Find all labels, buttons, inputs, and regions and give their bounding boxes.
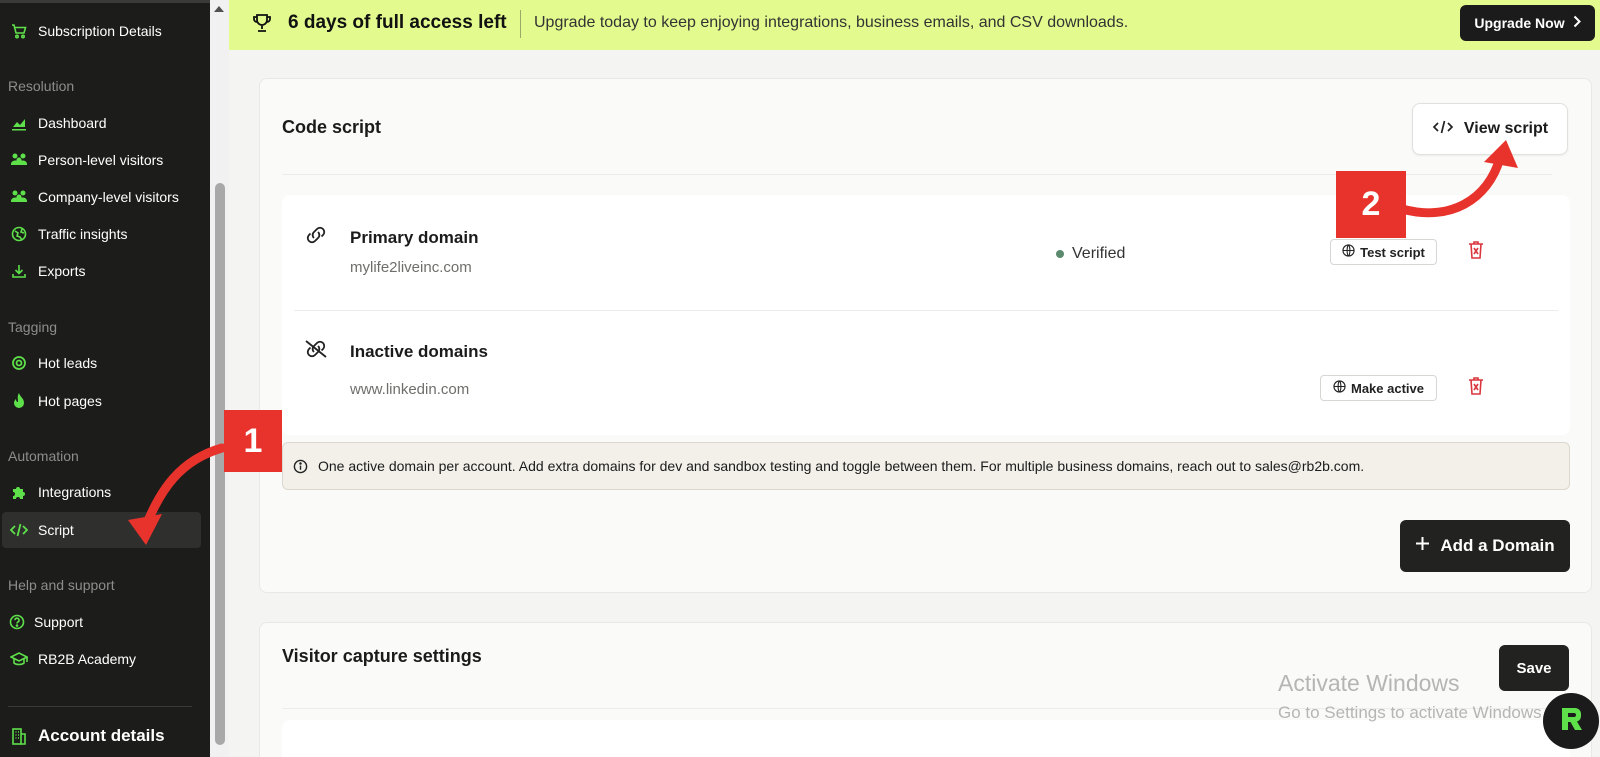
annotation-step-1: 1 [224, 410, 282, 472]
sidebar-item-label: Hot pages [38, 393, 102, 409]
sidebar-item-hot-leads[interactable]: Hot leads [0, 345, 202, 381]
add-domain-label: Add a Domain [1440, 536, 1555, 555]
delete-primary-domain-icon[interactable] [1468, 240, 1484, 265]
sidebar-item-support[interactable]: Support [0, 604, 202, 640]
visitor-capture-content [282, 720, 1570, 757]
sidebar-item-label: Script [38, 522, 74, 538]
sidebar-item-label: Hot leads [38, 355, 98, 371]
banner-message: Upgrade today to keep enjoying integrati… [534, 14, 1129, 31]
test-script-button[interactable]: Test script [1330, 239, 1437, 265]
trophy-icon [251, 12, 273, 39]
graduation-cap-icon [8, 651, 30, 667]
primary-domain-url: mylife2liveinc.com [350, 259, 472, 276]
banner-separator [520, 10, 521, 38]
sidebar-item-subscription[interactable]: Subscription Details [0, 13, 202, 49]
activate-windows-subtitle: Go to Settings to activate Windows. [1278, 703, 1547, 722]
sidebar: Subscription Details Resolution Dashboar… [0, 0, 210, 757]
sidebar-item-person-visitors[interactable]: Person-level visitors [0, 142, 202, 178]
make-active-button[interactable]: Make active [1320, 375, 1437, 401]
scroll-up-arrow-icon[interactable] [214, 6, 224, 12]
account-details-label: Account details [38, 726, 165, 745]
section-help: Help and support [8, 577, 115, 593]
info-icon [293, 459, 308, 474]
sidebar-item-label: Integrations [38, 484, 112, 500]
globe-icon [8, 226, 30, 242]
domain-info-notice: One active domain per account. Add extra… [282, 442, 1570, 490]
sidebar-item-label: Subscription Details [38, 23, 162, 39]
sidebar-item-integrations[interactable]: Integrations [0, 474, 202, 510]
inactive-domain-row: Inactive domains www.linkedin.com Make a… [282, 311, 1570, 426]
globe-icon [1342, 244, 1355, 260]
upgrade-now-button[interactable]: Upgrade Now [1460, 5, 1595, 41]
sidebar-top-divider [0, 0, 210, 3]
sidebar-divider [8, 706, 192, 707]
users-icon [8, 152, 30, 168]
test-script-label: Test script [1360, 244, 1425, 260]
sidebar-item-label: Person-level visitors [38, 152, 164, 168]
make-active-label: Make active [1351, 380, 1424, 396]
unlink-icon [304, 339, 328, 364]
sidebar-item-label: Dashboard [38, 115, 107, 131]
code-script-title: Code script [282, 117, 382, 137]
users-group-icon [8, 189, 30, 205]
view-script-label: View script [1463, 120, 1549, 137]
help-circle-icon [8, 614, 26, 630]
add-domain-button[interactable]: Add a Domain [1400, 520, 1570, 572]
rb2b-chat-button[interactable] [1543, 693, 1599, 749]
sidebar-item-dashboard[interactable]: Dashboard [0, 105, 202, 141]
code-icon [1432, 119, 1454, 140]
chart-icon [8, 115, 30, 131]
section-resolution: Resolution [8, 78, 75, 94]
sidebar-item-company-visitors[interactable]: Company-level visitors [0, 179, 202, 215]
download-icon [8, 263, 30, 279]
globe-icon [1333, 380, 1346, 396]
primary-domain-title: Primary domain [350, 228, 479, 247]
annotation-step-2: 2 [1336, 171, 1406, 238]
sidebar-item-traffic[interactable]: Traffic insights [0, 216, 202, 252]
plus-icon [1415, 536, 1430, 556]
activate-windows-title: Activate Windows [1278, 670, 1460, 696]
sidebar-scrollbar[interactable] [210, 0, 229, 757]
info-text: One active domain per account. Add extra… [318, 458, 1365, 474]
puzzle-icon [8, 484, 30, 500]
sidebar-item-script[interactable]: Script [2, 512, 201, 548]
sidebar-item-label: Exports [38, 263, 86, 279]
delete-inactive-domain-icon[interactable] [1468, 376, 1484, 401]
verified-label: Verified [1072, 245, 1126, 262]
rb2b-logo-icon [1556, 704, 1586, 739]
chevron-right-icon [1573, 15, 1581, 31]
account-details-link[interactable]: Account details [0, 718, 165, 754]
visitor-capture-title: Visitor capture settings [282, 646, 482, 666]
trial-days-left: 6 days of full access left [288, 12, 507, 33]
section-automation: Automation [8, 448, 79, 464]
building-icon [8, 727, 30, 745]
inactive-domains-title: Inactive domains [350, 342, 488, 361]
sidebar-item-label: Support [34, 614, 84, 630]
sidebar-item-label: Traffic insights [38, 226, 128, 242]
trial-banner: 6 days of full access left Upgrade today… [229, 0, 1600, 50]
inactive-domain-url: www.linkedin.com [350, 381, 470, 398]
code-script-card: Code script View script Primary domain m… [259, 78, 1592, 593]
cart-icon [8, 23, 30, 39]
sidebar-item-exports[interactable]: Exports [0, 253, 202, 289]
section-tagging: Tagging [8, 319, 58, 335]
code-icon [8, 522, 30, 538]
sidebar-item-label: RB2B Academy [38, 651, 137, 667]
flame-icon [8, 393, 30, 409]
save-button[interactable]: Save [1499, 645, 1569, 691]
link-icon [304, 225, 328, 250]
verified-status: Verified [1056, 245, 1125, 263]
sidebar-item-hot-pages[interactable]: Hot pages [0, 383, 202, 419]
target-icon [8, 355, 30, 371]
sidebar-item-academy[interactable]: RB2B Academy [0, 641, 202, 677]
status-dot [1056, 250, 1064, 258]
upgrade-now-label: Upgrade Now [1474, 15, 1565, 31]
view-script-button[interactable]: View script [1412, 103, 1568, 155]
sidebar-item-label: Company-level visitors [38, 189, 179, 205]
